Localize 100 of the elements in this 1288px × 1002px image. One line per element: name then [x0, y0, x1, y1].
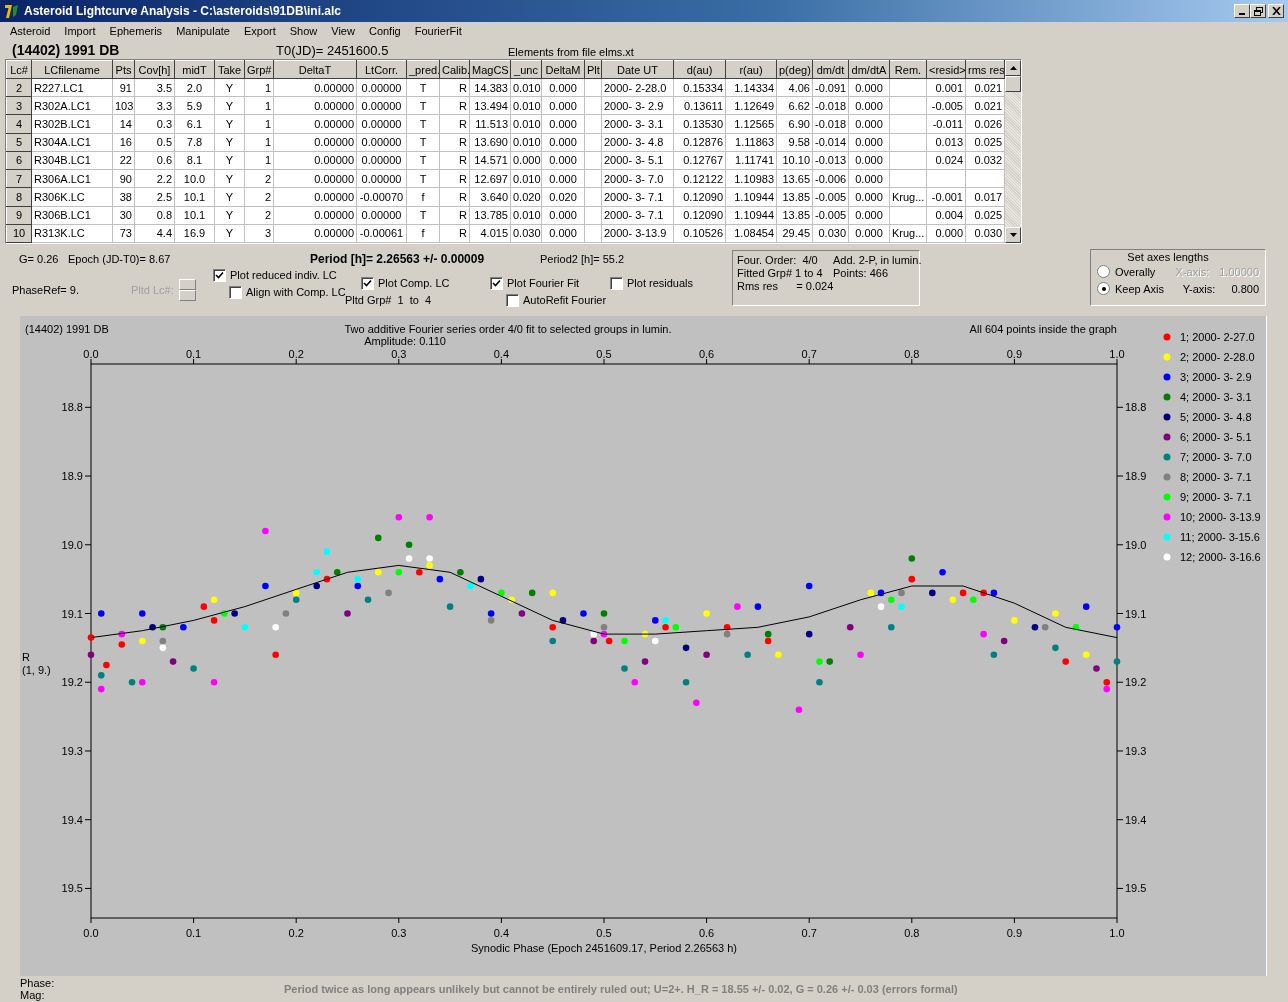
column-header[interactable]: Lc# [6, 60, 32, 79]
table-cell: 0.00000 [361, 81, 402, 94]
column-header[interactable]: DeltaM [541, 60, 585, 79]
x-tick-label: 0.5 [596, 927, 612, 939]
table-cell: 1 [264, 118, 271, 131]
table-cell: 16 [119, 136, 132, 149]
table-cell: 0.00000 [361, 99, 402, 112]
column-header[interactable]: dm/dtA [848, 60, 890, 79]
table-cell: R [459, 136, 467, 149]
column-header[interactable]: midT [174, 60, 215, 79]
table-cell: 1 [264, 136, 271, 149]
table-cell: 3.5 [156, 81, 172, 94]
column-header[interactable]: _pred. [406, 60, 440, 79]
menu-item[interactable]: Config [361, 25, 408, 37]
menu-item[interactable]: Export [236, 25, 283, 37]
menu-item[interactable]: Manipulate [169, 25, 237, 37]
table-cell: 2000- 3- 2.9 [604, 99, 664, 112]
table-cell: R304B.LC1 [34, 154, 91, 167]
table-cell: R306A.LC1 [34, 172, 91, 185]
x-tick-label: 0.4 [493, 348, 510, 360]
table-cell: 0.00000 [314, 190, 354, 203]
table-cell: 13.785 [474, 209, 508, 222]
table-cell: 0.010 [513, 99, 541, 112]
column-header[interactable]: dm/dt [812, 60, 849, 79]
table-cell: 4.4 [156, 227, 172, 240]
table-cell: 0.000 [935, 227, 963, 240]
legend-label: 1; 2000- 2-27.0 [1180, 331, 1255, 343]
table-cell: 0.030 [818, 227, 846, 240]
column-header[interactable]: Cov[h] [134, 60, 175, 79]
x-tick-label: 0.7 [801, 348, 817, 360]
column-header[interactable]: LCfilename [31, 60, 113, 79]
table-cell: T [419, 172, 427, 185]
table-cell: 2000- 3- 7.1 [604, 190, 664, 203]
table-cell: 0.000 [855, 81, 883, 94]
column-header[interactable]: d(au) [673, 60, 726, 79]
checkbox-label: Plot Comp. LC [378, 277, 450, 289]
table-cell: 0.000 [855, 190, 883, 203]
table-cell: R313K.LC [34, 227, 85, 240]
table-cell: 0.017 [974, 190, 1002, 203]
table-cell: 0.00000 [361, 209, 402, 222]
table-cell: Y [225, 154, 234, 167]
column-header[interactable]: Calib. [439, 60, 470, 79]
column-header[interactable]: Rem. [889, 60, 927, 79]
table-cell: 0.6 [156, 154, 172, 167]
x-tick-label: 1.0 [1109, 927, 1125, 939]
table-cell: 0.000 [855, 136, 883, 149]
column-header[interactable]: LtCorr. [356, 60, 407, 79]
x-tick-label: 0.5 [596, 348, 612, 360]
table-cell: 0.12767 [683, 154, 723, 167]
table-cell: -0.014 [815, 136, 847, 149]
checkbox-label: Plot Fourier Fit [507, 277, 580, 289]
table-cell: 0.000 [549, 99, 577, 112]
pltd-grp-label: Pltd Grp# 1 to 4 [345, 294, 433, 306]
table-cell: 0.024 [935, 154, 963, 167]
menu-item[interactable]: Ephemeris [102, 25, 170, 37]
column-header[interactable]: r(au) [725, 60, 777, 79]
table-cell: 1 [264, 154, 271, 167]
menu-item[interactable]: View [324, 25, 362, 37]
column-header[interactable]: MagCS [469, 60, 511, 79]
table-cell: 10.10 [782, 154, 810, 167]
table-cell: 0.021 [974, 81, 1002, 94]
radio-label: Overally [1115, 265, 1157, 278]
table-cell: 6.90 [788, 118, 810, 131]
y-tick-label: 18.8 [1125, 401, 1147, 414]
column-header[interactable]: DeltaT [273, 60, 357, 79]
menu-item[interactable]: FourierFit [407, 25, 469, 37]
table-cell: 0.000 [549, 209, 577, 222]
table-cell: f [421, 190, 425, 203]
column-header[interactable]: Pts [112, 60, 135, 79]
table-cell: 103 [115, 99, 134, 112]
menu-item[interactable]: Import [57, 25, 103, 37]
column-header[interactable]: Grp# [244, 60, 274, 79]
column-header[interactable]: p(deg) [776, 60, 813, 79]
table-cell: R302B.LC1 [34, 118, 91, 131]
table-cell: Krug... [892, 227, 925, 240]
table-cell: 0.032 [974, 154, 1002, 167]
column-header[interactable]: rms res [965, 60, 1005, 79]
fit-info-text: Add. 2-P, in lumin. [833, 254, 922, 266]
table-cell: 9.58 [788, 136, 810, 149]
table-cell: 1.12649 [734, 99, 774, 112]
table-cell: Y [225, 227, 234, 240]
table-cell: 3.640 [480, 190, 508, 203]
table-cell: 2.0 [186, 81, 203, 94]
menu-item[interactable]: Asteroid [3, 25, 58, 37]
table-cell: 0.00000 [314, 209, 354, 222]
column-header[interactable]: Take [214, 60, 245, 79]
table-cell: 0.15334 [683, 81, 723, 94]
table-cell: R306B.LC1 [34, 209, 91, 222]
menu-item[interactable]: Show [282, 25, 325, 37]
y-axis-label: R (1, 9.) [22, 651, 51, 676]
x-tick-label: 0.9 [1006, 927, 1023, 939]
y-tick-label: 19.4 [1125, 813, 1147, 826]
table-cell: 38 [119, 190, 132, 203]
column-header[interactable]: <resid> [926, 60, 966, 79]
column-header[interactable]: _unc [510, 60, 542, 79]
t0-label: T0(JD)= 2451600.5 [276, 43, 390, 58]
table-cell: Y [225, 81, 234, 94]
table-cell: 0.000 [549, 136, 577, 149]
table-cell: R [459, 118, 467, 131]
column-header[interactable]: Date UT [601, 60, 674, 79]
